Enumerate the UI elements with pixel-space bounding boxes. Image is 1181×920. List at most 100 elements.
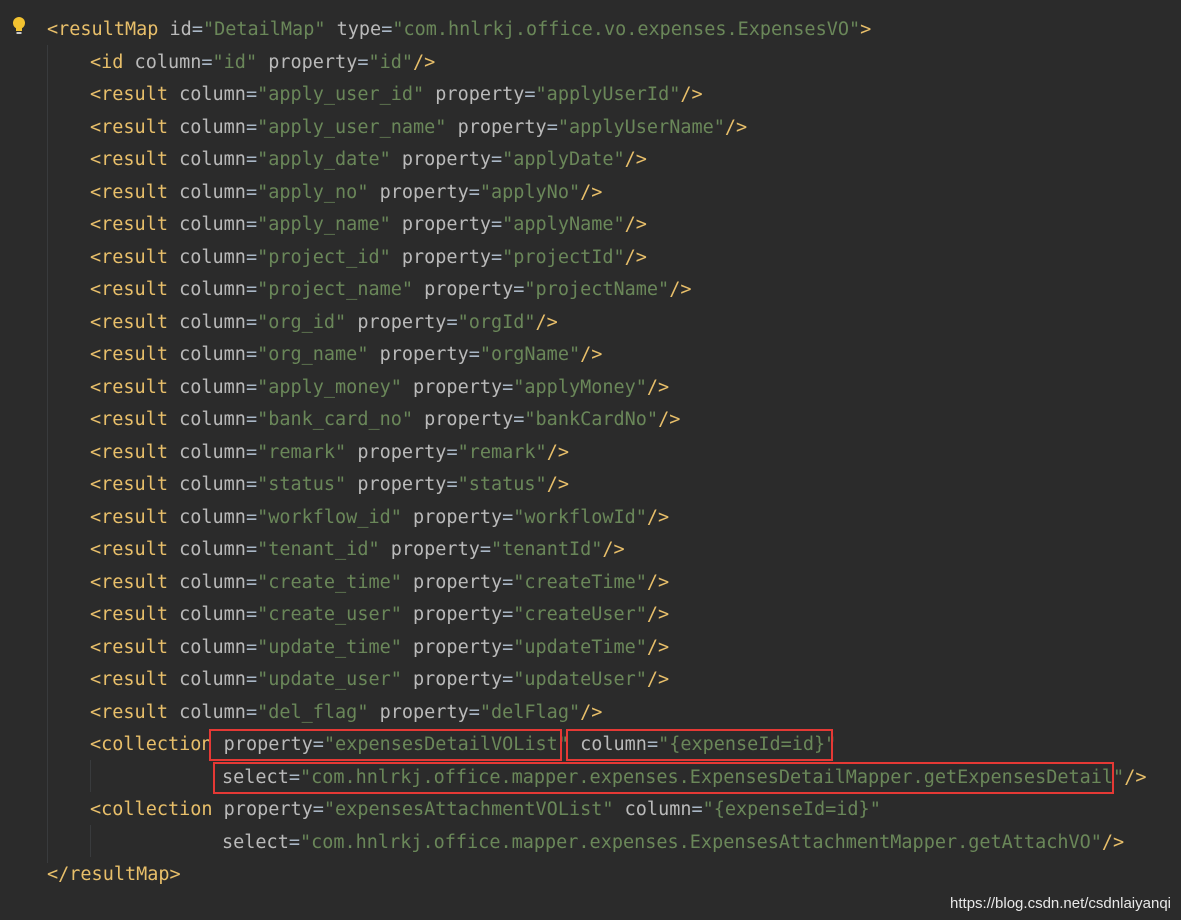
code-line[interactable]: <result column="org_id" property="orgId"…: [90, 307, 558, 339]
attr-value: "status": [257, 474, 347, 495]
equals-sign: =: [245, 149, 258, 170]
equals-sign: =: [245, 311, 258, 333]
attr-name: column: [167, 214, 246, 235]
tag-open: <result: [90, 571, 168, 593]
attr-value: "workflowId": [513, 506, 647, 528]
attr-name: property: [212, 799, 313, 820]
code-line[interactable]: <result column="apply_money" property="a…: [90, 372, 669, 404]
attr-name: id: [158, 19, 192, 40]
code-line[interactable]: <result column="bank_card_no" property="…: [90, 404, 680, 436]
equals-sign: =: [502, 604, 514, 625]
equals-sign: =: [524, 84, 536, 105]
code-line[interactable]: <result column="create_user" property="c…: [90, 599, 669, 631]
attr-value: "id": [212, 51, 258, 73]
code-line[interactable]: <result column="project_id" property="pr…: [90, 242, 647, 274]
code-line[interactable]: <result column="apply_user_id" property=…: [90, 79, 703, 111]
attr-name: property: [368, 701, 469, 723]
attr-value: "applyMoney": [513, 376, 647, 398]
attr-name: column: [167, 539, 246, 560]
equals-sign: =: [357, 51, 369, 73]
tag-open: <result: [90, 181, 168, 203]
code-editor[interactable]: <resultMap id="DetailMap" type="com.hnlr…: [0, 0, 1181, 920]
tag-open: <result: [90, 604, 168, 625]
code-line[interactable]: </resultMap>: [47, 859, 181, 891]
attr-value: "project_id": [257, 246, 391, 268]
attr-value: "delFlag": [479, 701, 581, 723]
tag-close: />: [646, 571, 670, 593]
equals-sign: =: [245, 214, 258, 235]
code-line[interactable]: <result column="del_flag" property="delF…: [90, 697, 602, 729]
attr-value: "orgId": [457, 311, 536, 333]
code-line[interactable]: <result column="project_name" property="…: [90, 274, 691, 306]
attr-name: column: [167, 149, 246, 170]
tag-close: />: [1101, 831, 1125, 853]
code-line[interactable]: <result column="tenant_id" property="ten…: [90, 534, 625, 566]
equals-sign: =: [245, 84, 258, 105]
attr-name: column: [167, 604, 246, 625]
lightbulb-icon[interactable]: [12, 16, 26, 36]
attr-name: type: [325, 19, 382, 40]
attr-name: column: [167, 636, 246, 658]
code-line[interactable]: <resultMap id="DetailMap" type="com.hnlr…: [47, 14, 871, 46]
tag-open: <collection: [90, 734, 213, 755]
equals-sign: =: [245, 636, 258, 658]
indent-guide: [90, 825, 91, 857]
attr-name: property: [379, 539, 480, 560]
indent-guide: [47, 45, 48, 863]
equals-sign: =: [245, 441, 258, 463]
code-line[interactable]: <result column="workflow_id" property="w…: [90, 502, 669, 534]
attr-value: "workflow_id": [257, 506, 402, 528]
attr-value: "status": [457, 474, 547, 495]
equals-sign: =: [502, 669, 514, 690]
equals-sign: =: [245, 409, 258, 430]
tag-open: <result: [90, 701, 168, 723]
highlight-box-select: [213, 762, 1114, 794]
tag-close: />: [580, 701, 603, 723]
tag-close: />: [580, 344, 603, 365]
attr-value: "org_id": [257, 311, 347, 333]
attr-value: "create_time": [257, 571, 402, 593]
attr-name: column: [167, 279, 246, 300]
code-line[interactable]: <result column="update_time" property="u…: [90, 632, 669, 664]
tag-close: />: [646, 376, 670, 398]
tag-close: />: [546, 474, 569, 495]
tag-open: <result: [90, 474, 168, 495]
attr-value: "{expenseId=id}": [702, 799, 881, 820]
tag-close: />: [413, 51, 436, 73]
attr-name: column: [123, 51, 202, 73]
equals-sign: =: [245, 571, 258, 593]
equals-sign: =: [245, 116, 258, 138]
code-line[interactable]: <result column="apply_no" property="appl…: [90, 177, 602, 209]
equals-sign: =: [191, 19, 203, 40]
code-line[interactable]: select="com.hnlrkj.office.mapper.expense…: [222, 827, 1124, 859]
tag-open: <result: [90, 214, 168, 235]
code-line[interactable]: <result column="create_time" property="c…: [90, 567, 669, 599]
equals-sign: =: [245, 539, 258, 560]
code-line[interactable]: <result column="update_user" property="u…: [90, 664, 669, 696]
tag-close: >: [860, 19, 872, 40]
attr-value: "applyUserName": [557, 116, 725, 138]
attr-name: column: [167, 181, 246, 203]
equals-sign: =: [446, 441, 458, 463]
equals-sign: =: [502, 506, 514, 528]
attr-value: "apply_user_id": [257, 84, 425, 105]
attr-name: property: [401, 636, 503, 658]
code-line[interactable]: <result column="remark" property="remark…: [90, 437, 569, 469]
code-line[interactable]: <result column="apply_date" property="ap…: [90, 144, 647, 176]
attr-name: column: [167, 571, 246, 593]
watermark-text: https://blog.csdn.net/csdnlaiyanqi: [950, 895, 1171, 912]
attr-value: "applyDate": [502, 149, 625, 170]
attr-name: property: [346, 311, 447, 333]
tag-open: <result: [90, 116, 168, 138]
code-line[interactable]: <collection property="expensesAttachment…: [90, 794, 881, 826]
attr-value: "apply_date": [257, 149, 391, 170]
attr-name: property: [401, 669, 503, 690]
code-line[interactable]: <id column="id" property="id"/>: [90, 47, 435, 79]
code-line[interactable]: <result column="apply_user_name" propert…: [90, 112, 747, 144]
code-line[interactable]: <result column="status" property="status…: [90, 469, 569, 501]
attr-name: property: [401, 376, 503, 398]
attr-value: "bankCardNo": [524, 409, 659, 430]
code-line[interactable]: <result column="apply_name" property="ap…: [90, 209, 647, 241]
attr-value: "project_name": [257, 279, 414, 300]
code-line[interactable]: <result column="org_name" property="orgN…: [90, 339, 602, 371]
